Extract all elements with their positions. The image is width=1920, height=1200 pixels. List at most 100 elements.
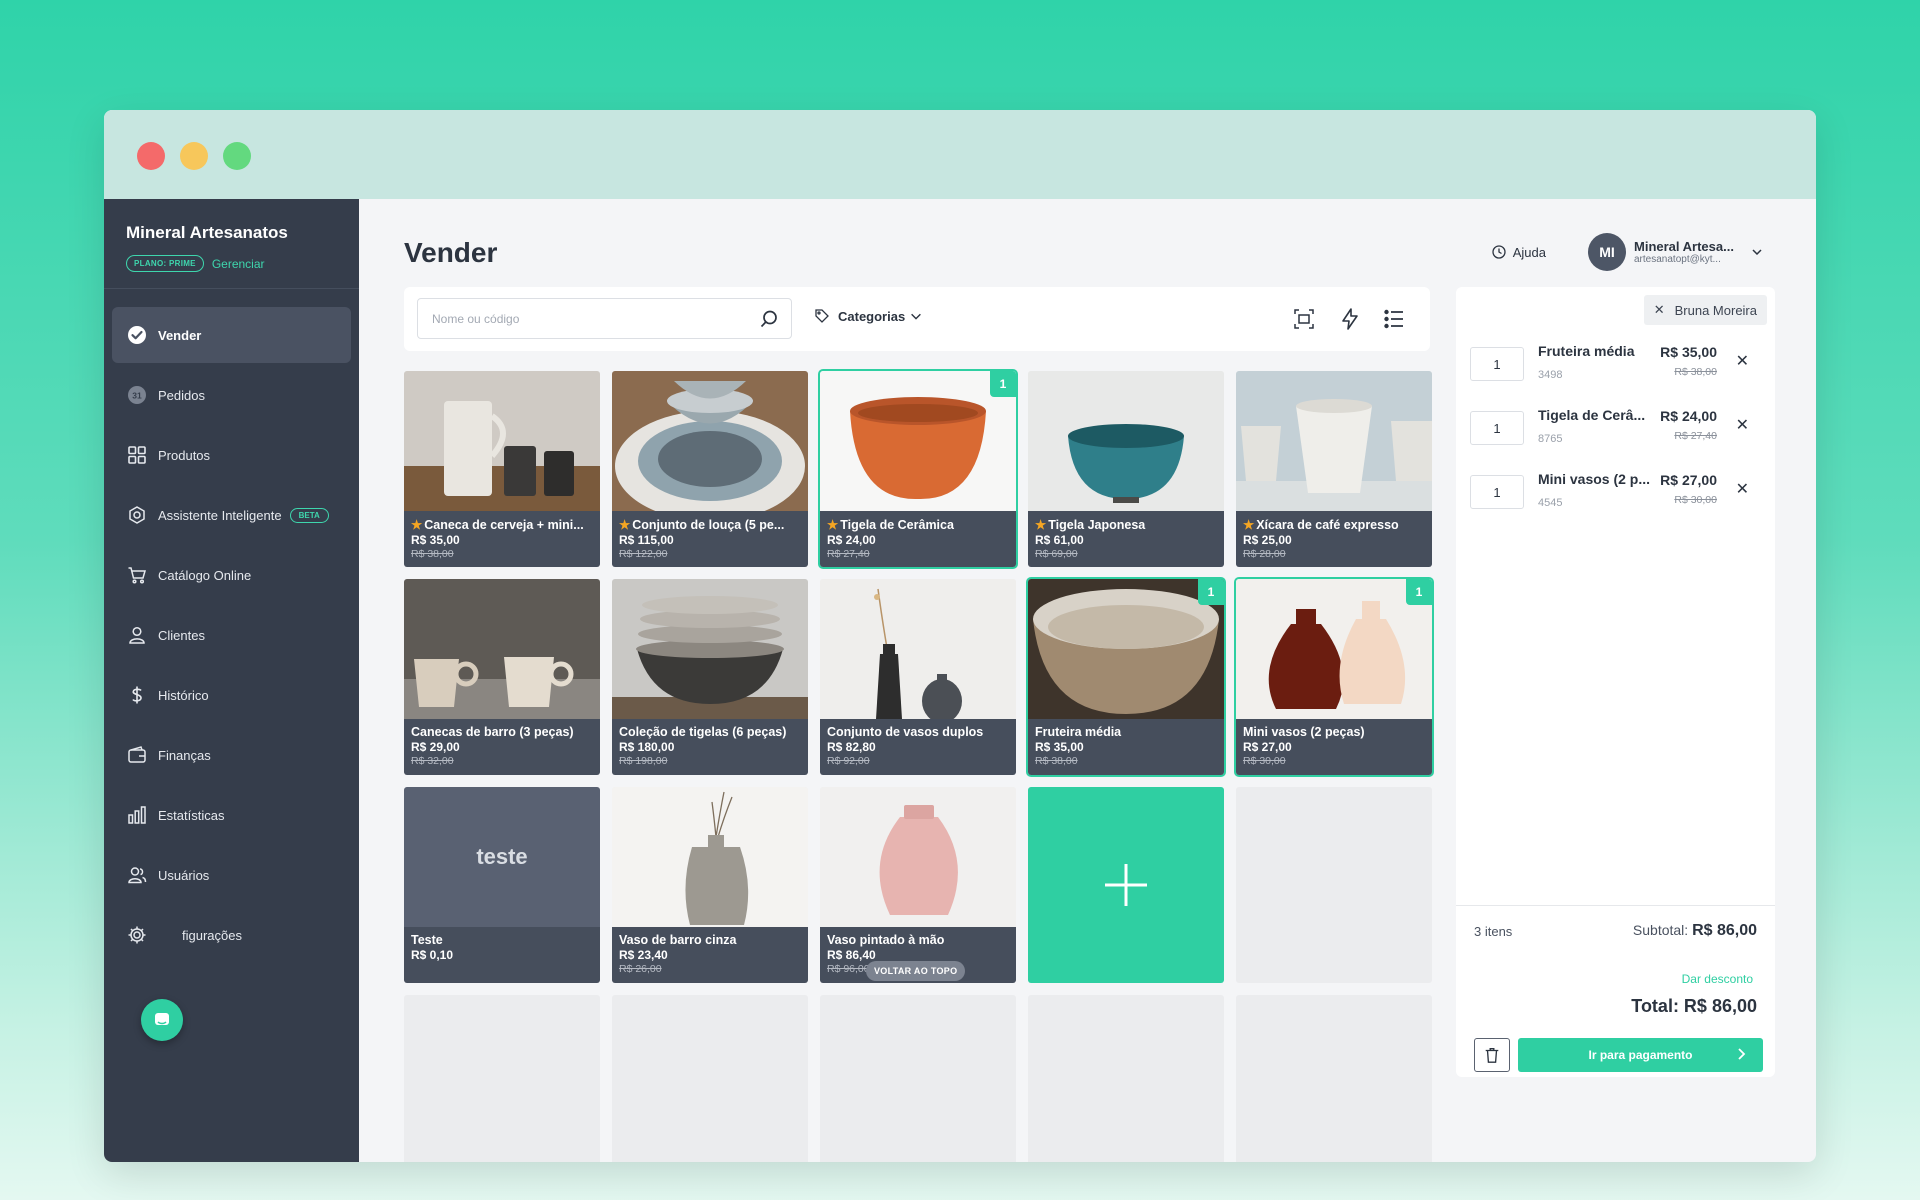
product-old-price: R$ 27,40 [827,548,870,560]
product-price: R$ 86,40 [827,948,876,962]
product-card[interactable]: ★ Conjunto de louça (5 pe... R$ 115,00 R$… [612,371,808,567]
sidebar-item-catalogo[interactable]: Catálogo Online [112,547,351,603]
list-view-icon[interactable] [1382,307,1406,331]
product-price: R$ 0,10 [411,948,454,962]
remove-item-button[interactable]: ✕ [1736,479,1749,499]
product-name: Mini vasos (2 peças) [1243,725,1365,739]
sidebar-item-label: Estatísticas [158,807,225,823]
product-card[interactable]: Coleção de tigelas (6 peças) R$ 180,00 R… [612,579,808,775]
product-grid: ★ Caneca de cerveja + mini... R$ 35,00 R$… [404,369,1434,1162]
product-card[interactable]: ★ Caneca de cerveja + mini... R$ 35,00 R$… [404,371,600,567]
app-window: Mineral Artesanatos PLANO: PRIME Gerenci… [104,110,1816,1162]
quantity-input[interactable]: 1 [1470,411,1524,445]
product-card[interactable]: ★ Xícara de café expresso R$ 25,00 R$ 28,… [1236,371,1432,567]
sidebar-item-produtos[interactable]: Produtos [112,427,351,483]
go-to-payment-button[interactable]: Ir para pagamento [1518,1038,1763,1072]
product-card[interactable]: Vaso pintado à mão R$ 86,40 R$ 96,00 VOL… [820,787,1016,983]
product-info: ★ Xícara de café expresso R$ 25,00 R$ 28,… [1236,511,1432,567]
dollar-icon [126,684,148,706]
customer-chip[interactable]: ✕ Bruna Moreira [1643,295,1767,325]
product-price: R$ 180,00 [619,740,675,754]
product-info: Conjunto de vasos duplos R$ 82,80 R$ 92,… [820,719,1016,775]
svg-text:31: 31 [132,390,142,400]
product-info: ★ Conjunto de louça (5 pe... R$ 115,00 R$… [612,511,808,567]
search-icon[interactable] [759,309,779,329]
barcode-scan-icon[interactable] [1292,307,1316,331]
cart-icon [126,564,148,586]
minimize-window-button[interactable] [180,142,208,170]
sidebar-item-estatisticas[interactable]: Estatísticas [112,787,351,843]
product-old-price: R$ 26,00 [619,963,662,975]
sidebar-item-label: Vender [158,327,202,343]
empty-slot [1236,787,1432,983]
chevron-down-icon[interactable] [1750,245,1764,259]
sidebar-item-label: Finanças [158,747,211,763]
maximize-window-button[interactable] [223,142,251,170]
items-count: 3 itens [1474,924,1513,939]
product-card[interactable]: 1 Mini vasos (2 peças) R$ 27,00 R$ 30,00 [1234,577,1434,777]
star-icon: ★ [619,518,631,532]
product-photo [404,579,600,719]
sidebar-item-financas[interactable]: Finanças [112,727,351,783]
sidebar-item-assistente[interactable]: Assistente Inteligente BETA [112,487,351,543]
search-input[interactable] [432,299,752,338]
close-window-button[interactable] [137,142,165,170]
empty-slot [820,995,1016,1162]
gear-icon [126,924,148,946]
cart-item-old-price: R$ 30,00 [1674,494,1717,506]
clear-cart-button[interactable] [1474,1038,1510,1072]
cart-quantity-badge: 1 [1406,579,1432,605]
sidebar-item-usuarios[interactable]: Usuários [112,847,351,903]
product-photo [1028,371,1224,511]
manage-link[interactable]: Gerenciar [212,257,265,271]
sidebar-item-vender[interactable]: Vender [112,307,351,363]
add-product-button[interactable] [1028,787,1224,983]
product-card[interactable]: ★ Tigela Japonesa R$ 61,00 R$ 69,00 [1028,371,1224,567]
cart-item-price: R$ 27,00 [1660,472,1717,488]
sidebar-item-historico[interactable]: Histórico [112,667,351,723]
search-box [417,298,792,339]
star-icon: ★ [1035,518,1047,532]
product-card[interactable]: Conjunto de vasos duplos R$ 82,80 R$ 92,… [820,579,1016,775]
help-link[interactable]: Ajuda [1491,244,1546,260]
discount-link[interactable]: Dar desconto [1682,972,1753,986]
product-old-price: R$ 122,00 [619,548,668,560]
empty-slot [1028,995,1224,1162]
total-amount: Total: R$ 86,00 [1631,996,1757,1016]
product-card[interactable]: 1 Fruteira média R$ 35,00 R$ 38,00 [1026,577,1226,777]
wallet-icon [126,744,148,766]
product-info: Fruteira média R$ 35,00 R$ 38,00 [1028,719,1224,775]
cart-item-code: 4545 [1538,497,1563,509]
product-name: Tigela de Cerâmica [840,518,954,532]
lightning-icon[interactable] [1338,307,1362,331]
product-card[interactable]: Vaso de barro cinza R$ 23,40 R$ 26,00 [612,787,808,983]
user-menu[interactable]: Mineral Artesa... artesanatopt@kyt... [1634,239,1744,265]
categories-dropdown[interactable]: Categorias [814,308,923,324]
quantity-input[interactable]: 1 [1470,347,1524,381]
product-old-price: R$ 38,00 [411,548,454,560]
cart-item-price: R$ 24,00 [1660,408,1717,424]
sidebar-item-clientes[interactable]: Clientes [112,607,351,663]
remove-item-button[interactable]: ✕ [1736,415,1749,435]
product-card[interactable]: teste Teste R$ 0,10 [404,787,600,983]
sidebar-item-configuracoes[interactable]: figurações [112,907,351,963]
back-to-top-button[interactable]: VOLTAR AO TOPO [866,961,966,981]
check-circle-icon [126,324,148,346]
robot-icon [126,504,148,526]
empty-slot [612,995,808,1162]
window-titlebar [104,110,1816,199]
product-card[interactable]: 1 ★ Tigela de Cerâmica R$ 24,00 R$ 27,40 [818,369,1018,569]
avatar[interactable]: MI [1588,233,1626,271]
remove-item-button[interactable]: ✕ [1736,351,1749,371]
product-photo [404,371,600,511]
star-icon: ★ [827,518,839,532]
chat-support-button[interactable] [141,999,183,1041]
quantity-input[interactable]: 1 [1470,475,1524,509]
close-icon[interactable]: ✕ [1654,302,1665,318]
product-photo [1236,371,1432,511]
cart-quantity-badge: 1 [1198,579,1224,605]
sidebar-item-pedidos[interactable]: 31 Pedidos [112,367,351,423]
product-info: Mini vasos (2 peças) R$ 27,00 R$ 30,00 [1236,719,1432,775]
product-card[interactable]: Canecas de barro (3 peças) R$ 29,00 R$ 3… [404,579,600,775]
empty-slot [404,995,600,1162]
